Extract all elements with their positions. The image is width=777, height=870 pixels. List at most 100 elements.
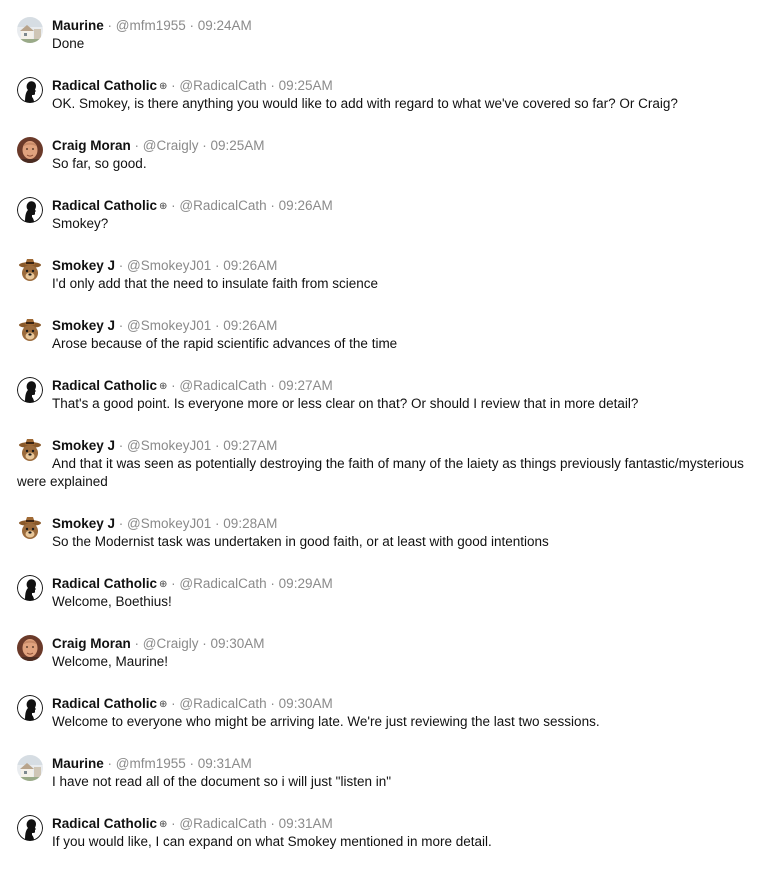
author-handle[interactable]: @SmokeyJ01	[127, 516, 211, 531]
author-handle[interactable]: @RadicalCath	[179, 198, 266, 213]
author-name[interactable]: Smokey J	[52, 258, 115, 273]
silhouette-avatar[interactable]	[17, 575, 43, 601]
author-handle[interactable]: @SmokeyJ01	[127, 438, 211, 453]
separator-dot: ·	[266, 198, 279, 213]
message-text: Welcome to everyone who might be arrivin…	[52, 714, 600, 729]
separator-dot: ·	[211, 318, 224, 333]
author-handle[interactable]: @Craigly	[143, 138, 199, 153]
verified-badge-icon: ⊕	[159, 579, 168, 590]
chat-message: Smokey J · @SmokeyJ01 · 09:27AM And that …	[0, 437, 777, 491]
silhouette-avatar[interactable]	[17, 197, 43, 223]
separator-dot: ·	[167, 378, 180, 393]
separator-dot: ·	[185, 18, 198, 33]
verified-badge-icon: ⊕	[159, 201, 168, 212]
verified-badge-icon: ⊕	[159, 699, 168, 710]
author-name[interactable]: Radical Catholic	[52, 378, 157, 393]
message-header: Maurine · @mfm1955 · 09:31AM	[52, 755, 252, 773]
message-header: Smokey J · @SmokeyJ01 · 09:27AM	[52, 437, 277, 455]
house-photo-avatar[interactable]	[17, 755, 43, 781]
author-name[interactable]: Maurine	[52, 18, 104, 33]
silhouette-avatar[interactable]	[17, 77, 43, 103]
message-timestamp: 09:31AM	[197, 756, 252, 771]
separator-dot: ·	[211, 258, 224, 273]
separator-dot: ·	[167, 198, 180, 213]
separator-dot: ·	[211, 438, 224, 453]
author-handle[interactable]: @mfm1955	[116, 18, 186, 33]
author-name[interactable]: Smokey J	[52, 318, 115, 333]
separator-dot: ·	[198, 636, 211, 651]
message-text: Welcome, Boethius!	[52, 594, 172, 609]
author-handle[interactable]: @mfm1955	[116, 756, 186, 771]
author-name[interactable]: Smokey J	[52, 516, 115, 531]
author-handle[interactable]: @RadicalCath	[179, 576, 266, 591]
message-text: I'd only add that the need to insulate f…	[52, 276, 379, 291]
chat-message: Radical Catholic ⊕ · @RadicalCath · 09:27…	[0, 377, 777, 413]
message-header: Radical Catholic ⊕ · @RadicalCath · 09:31…	[52, 815, 333, 833]
message-header: Radical Catholic ⊕ · @RadicalCath · 09:25…	[52, 77, 333, 95]
bear-avatar[interactable]	[17, 257, 43, 283]
chat-message: Smokey J · @SmokeyJ01 · 09:26AM I'd only …	[0, 257, 777, 293]
author-handle[interactable]: @RadicalCath	[179, 378, 266, 393]
message-header: Radical Catholic ⊕ · @RadicalCath · 09:30…	[52, 695, 333, 713]
message-timestamp: 09:30AM	[210, 636, 265, 651]
message-timestamp: 09:29AM	[278, 576, 333, 591]
message-text: Done	[52, 36, 85, 51]
message-header: Craig Moran · @Craigly · 09:25AM	[52, 137, 265, 155]
message-timestamp: 09:25AM	[278, 78, 333, 93]
portrait-avatar[interactable]	[17, 137, 43, 163]
author-name[interactable]: Radical Catholic	[52, 198, 157, 213]
author-name[interactable]: Radical Catholic	[52, 78, 157, 93]
author-handle[interactable]: @RadicalCath	[179, 78, 266, 93]
message-text: If you would like, I can expand on what …	[52, 834, 492, 849]
message-header: Radical Catholic ⊕ · @RadicalCath · 09:29…	[52, 575, 333, 593]
message-timestamp: 09:30AM	[278, 696, 333, 711]
separator-dot: ·	[130, 636, 143, 651]
separator-dot: ·	[266, 378, 279, 393]
message-header: Radical Catholic ⊕ · @RadicalCath · 09:27…	[52, 377, 333, 395]
author-handle[interactable]: @RadicalCath	[179, 816, 266, 831]
message-timestamp: 09:26AM	[223, 318, 278, 333]
chat-message: Craig Moran · @Craigly · 09:25AM So far, …	[0, 137, 777, 173]
author-name[interactable]: Radical Catholic	[52, 576, 157, 591]
chat-message: Radical Catholic ⊕ · @RadicalCath · 09:26…	[0, 197, 777, 233]
author-handle[interactable]: @Craigly	[143, 636, 199, 651]
separator-dot: ·	[130, 138, 143, 153]
author-name[interactable]: Radical Catholic	[52, 696, 157, 711]
message-header: Smokey J · @SmokeyJ01 · 09:26AM	[52, 317, 277, 335]
silhouette-avatar[interactable]	[17, 695, 43, 721]
separator-dot: ·	[167, 78, 180, 93]
author-name[interactable]: Craig Moran	[52, 636, 131, 651]
separator-dot: ·	[266, 816, 279, 831]
message-text: That's a good point. Is everyone more or…	[52, 396, 639, 411]
message-timestamp: 09:26AM	[278, 198, 333, 213]
message-timestamp: 09:25AM	[210, 138, 265, 153]
separator-dot: ·	[115, 318, 128, 333]
bear-avatar[interactable]	[17, 317, 43, 343]
separator-dot: ·	[266, 696, 279, 711]
verified-badge-icon: ⊕	[159, 381, 168, 392]
message-header: Craig Moran · @Craigly · 09:30AM	[52, 635, 265, 653]
author-name[interactable]: Smokey J	[52, 438, 115, 453]
house-photo-avatar[interactable]	[17, 17, 43, 43]
chat-message: Maurine · @mfm1955 · 09:31AM I have not r…	[0, 755, 777, 791]
portrait-avatar[interactable]	[17, 635, 43, 661]
message-text: Welcome, Maurine!	[52, 654, 169, 669]
verified-badge-icon: ⊕	[159, 819, 168, 830]
separator-dot: ·	[115, 258, 128, 273]
author-name[interactable]: Radical Catholic	[52, 816, 157, 831]
silhouette-avatar[interactable]	[17, 377, 43, 403]
separator-dot: ·	[115, 516, 128, 531]
chat-message: Radical Catholic ⊕ · @RadicalCath · 09:25…	[0, 77, 777, 113]
message-timestamp: 09:26AM	[223, 258, 278, 273]
bear-avatar[interactable]	[17, 515, 43, 541]
author-handle[interactable]: @SmokeyJ01	[127, 318, 211, 333]
author-handle[interactable]: @RadicalCath	[179, 696, 266, 711]
author-handle[interactable]: @SmokeyJ01	[127, 258, 211, 273]
author-name[interactable]: Craig Moran	[52, 138, 131, 153]
message-text: So far, so good.	[52, 156, 147, 171]
silhouette-avatar[interactable]	[17, 815, 43, 841]
chat-log: Maurine · @mfm1955 · 09:24AM Done Radical …	[0, 0, 777, 870]
author-name[interactable]: Maurine	[52, 756, 104, 771]
separator-dot: ·	[103, 18, 116, 33]
message-text: OK. Smokey, is there anything you would …	[52, 96, 678, 111]
